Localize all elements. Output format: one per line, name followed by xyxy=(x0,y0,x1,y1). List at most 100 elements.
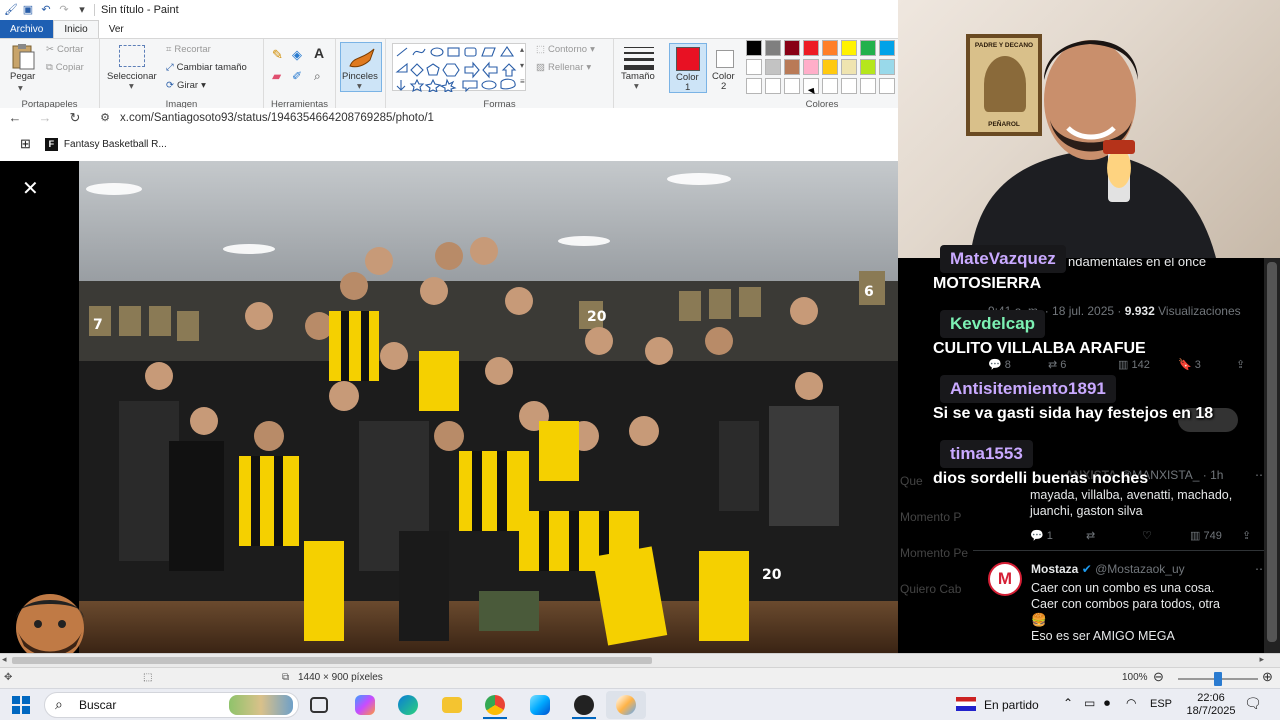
color-swatch[interactable] xyxy=(860,40,876,56)
back-arrow-icon[interactable]: ← xyxy=(0,110,30,125)
zoom-slider-thumb[interactable] xyxy=(1214,672,1222,686)
sports-widget-icon[interactable] xyxy=(956,697,976,711)
reply-repost-icon[interactable]: ⇄ xyxy=(1086,529,1095,542)
copilot-icon[interactable] xyxy=(355,695,375,715)
mostaza-tweet[interactable]: M Mostaza ✔ @Mostazaok_uy ⋯ Caer con un … xyxy=(973,552,1280,653)
wifi-icon[interactable]: ◠ xyxy=(1126,696,1136,710)
file-explorer-icon[interactable] xyxy=(442,697,462,713)
custom-color-slot[interactable] xyxy=(822,78,838,94)
paste-button[interactable]: Pegar xyxy=(10,71,35,82)
quick-access-dropdown-icon[interactable]: ▾ xyxy=(76,4,88,16)
scroll-right-icon[interactable]: ▸ xyxy=(1259,654,1264,665)
color-swatch[interactable] xyxy=(784,40,800,56)
custom-color-slot[interactable] xyxy=(746,78,762,94)
clock[interactable]: 22:06 18/7/2025 xyxy=(1186,692,1236,718)
color1-button[interactable]: Color 1 xyxy=(669,43,707,93)
paste-dropdown-icon[interactable]: ▾ xyxy=(18,83,23,94)
share-icon[interactable]: ⇪ xyxy=(1236,358,1245,371)
cut-button[interactable]: ✂ Cortar xyxy=(46,44,83,55)
size-group[interactable]: Tamaño ▾ xyxy=(614,39,666,113)
tab-view[interactable]: Ver xyxy=(99,20,134,38)
select-icon[interactable] xyxy=(119,45,145,67)
tab-home[interactable]: Inicio xyxy=(53,20,99,38)
url-text[interactable]: x.com/Santiagosoto93/status/194635466420… xyxy=(120,112,434,124)
language-indicator[interactable]: ESP xyxy=(1150,698,1172,710)
color-swatch[interactable] xyxy=(822,40,838,56)
reload-icon[interactable]: ↻ xyxy=(60,110,90,126)
tab-file[interactable]: Archivo xyxy=(0,20,54,38)
zoom-slider-track[interactable] xyxy=(1178,672,1258,686)
custom-color-slot[interactable] xyxy=(765,78,781,94)
select-dropdown-icon[interactable]: ▾ xyxy=(129,81,134,92)
paint-canvas[interactable]: ← → ↻ ⚙ x.com/Santiagosoto93/status/1946… xyxy=(0,108,898,653)
copilot-store-icon[interactable] xyxy=(530,695,550,715)
custom-color-slot[interactable] xyxy=(841,78,857,94)
save-icon[interactable]: ▣ xyxy=(22,4,34,16)
edge-icon[interactable] xyxy=(398,695,418,715)
custom-color-slot[interactable] xyxy=(784,78,800,94)
color-swatch[interactable] xyxy=(841,40,857,56)
scroll-left-icon[interactable]: ◂ xyxy=(2,654,7,665)
color-swatch[interactable] xyxy=(822,59,838,75)
apps-grid-icon[interactable]: ⊞ xyxy=(20,136,31,152)
mostaza-avatar[interactable]: M xyxy=(988,562,1022,596)
paint-taskbar-button[interactable] xyxy=(606,691,646,719)
shapes-scroll-down-icon[interactable]: ▾ xyxy=(520,61,524,70)
color-swatch[interactable] xyxy=(765,40,781,56)
pencil-icon[interactable]: ✎ xyxy=(272,47,283,63)
resize-button[interactable]: ⤢ Cambiar tamaño xyxy=(166,62,247,73)
crop-button[interactable]: ⌗ Recortar xyxy=(166,44,211,55)
text-tool-icon[interactable]: A xyxy=(314,45,324,61)
custom-color-slot[interactable] xyxy=(860,78,876,94)
color-swatch[interactable] xyxy=(879,59,895,75)
custom-color-slot[interactable] xyxy=(879,78,895,94)
color-swatch[interactable] xyxy=(879,40,895,56)
canvas-scrollbar-thumb[interactable] xyxy=(12,657,652,664)
undo-icon[interactable]: ↶ xyxy=(40,4,52,16)
mic-icon[interactable]: ⏺ xyxy=(1104,696,1110,711)
outline-button[interactable]: ⬚ Contorno ▾ xyxy=(536,44,595,55)
forward-arrow-icon[interactable]: → xyxy=(30,110,60,125)
reply-like-icon[interactable]: ♡ xyxy=(1142,529,1152,542)
notifications-icon[interactable]: 🗨 xyxy=(1244,695,1262,712)
reply-share-icon[interactable]: ⇪ xyxy=(1242,529,1251,542)
color-swatch[interactable] xyxy=(860,59,876,75)
shapes-gallery[interactable] xyxy=(392,43,526,94)
repost-action[interactable]: ⇄ 6 xyxy=(1048,358,1066,371)
fill-bucket-icon[interactable]: ◈ xyxy=(292,47,302,63)
bookmark-item[interactable]: F Fantasy Basketball R... xyxy=(44,137,167,151)
color-swatch[interactable] xyxy=(765,59,781,75)
color-swatch[interactable] xyxy=(803,59,819,75)
views-action[interactable]: ▥ 142 xyxy=(1118,358,1150,371)
zoom-in-icon[interactable]: ⊕ xyxy=(1262,669,1273,685)
color-swatch[interactable] xyxy=(746,40,762,56)
color-picker-icon[interactable]: ✐ xyxy=(292,69,302,83)
magnifier-icon[interactable]: ⌕ xyxy=(314,69,321,84)
sports-widget-text[interactable]: En partido xyxy=(984,698,1039,712)
tray-window-icon[interactable]: ▭ xyxy=(1084,696,1095,710)
shapes-scroll-up-icon[interactable]: ▴ xyxy=(520,45,524,54)
close-icon[interactable]: ✕ xyxy=(22,176,39,201)
eraser-icon[interactable]: ▰ xyxy=(272,69,281,83)
site-settings-icon[interactable]: ⚙ xyxy=(90,111,120,124)
rotate-button[interactable]: ⟳ Girar ▾ xyxy=(166,80,206,91)
chrome-icon[interactable] xyxy=(485,695,505,715)
scrollbar-thumb[interactable] xyxy=(1267,262,1277,642)
color2-button[interactable]: Color 2 xyxy=(708,43,744,93)
zoom-out-icon[interactable]: ⊖ xyxy=(1153,669,1164,685)
reply-action[interactable]: 💬 8 xyxy=(988,358,1011,371)
copy-button[interactable]: ⧉ Copiar xyxy=(46,62,84,73)
windows-start-icon[interactable] xyxy=(12,696,30,714)
color-swatch[interactable] xyxy=(841,59,857,75)
reply-reply-action[interactable]: 💬 1 xyxy=(1030,529,1053,542)
paste-icon[interactable] xyxy=(10,43,36,70)
redo-icon[interactable]: ↷ xyxy=(58,4,70,16)
bookmark-action[interactable]: 🔖 3 xyxy=(1178,358,1201,371)
brushes-button[interactable]: Pinceles ▾ xyxy=(340,42,382,92)
reply-views-action[interactable]: ▥ 749 xyxy=(1190,529,1222,542)
chevron-up-icon[interactable]: ⌃ xyxy=(1063,696,1073,710)
taskbar-search[interactable]: ⌕ Buscar xyxy=(44,692,299,718)
color-swatch[interactable] xyxy=(803,40,819,56)
task-view-icon[interactable] xyxy=(310,697,328,713)
canvas-horizontal-scrollbar[interactable]: ◂ ▸ xyxy=(0,653,1280,667)
